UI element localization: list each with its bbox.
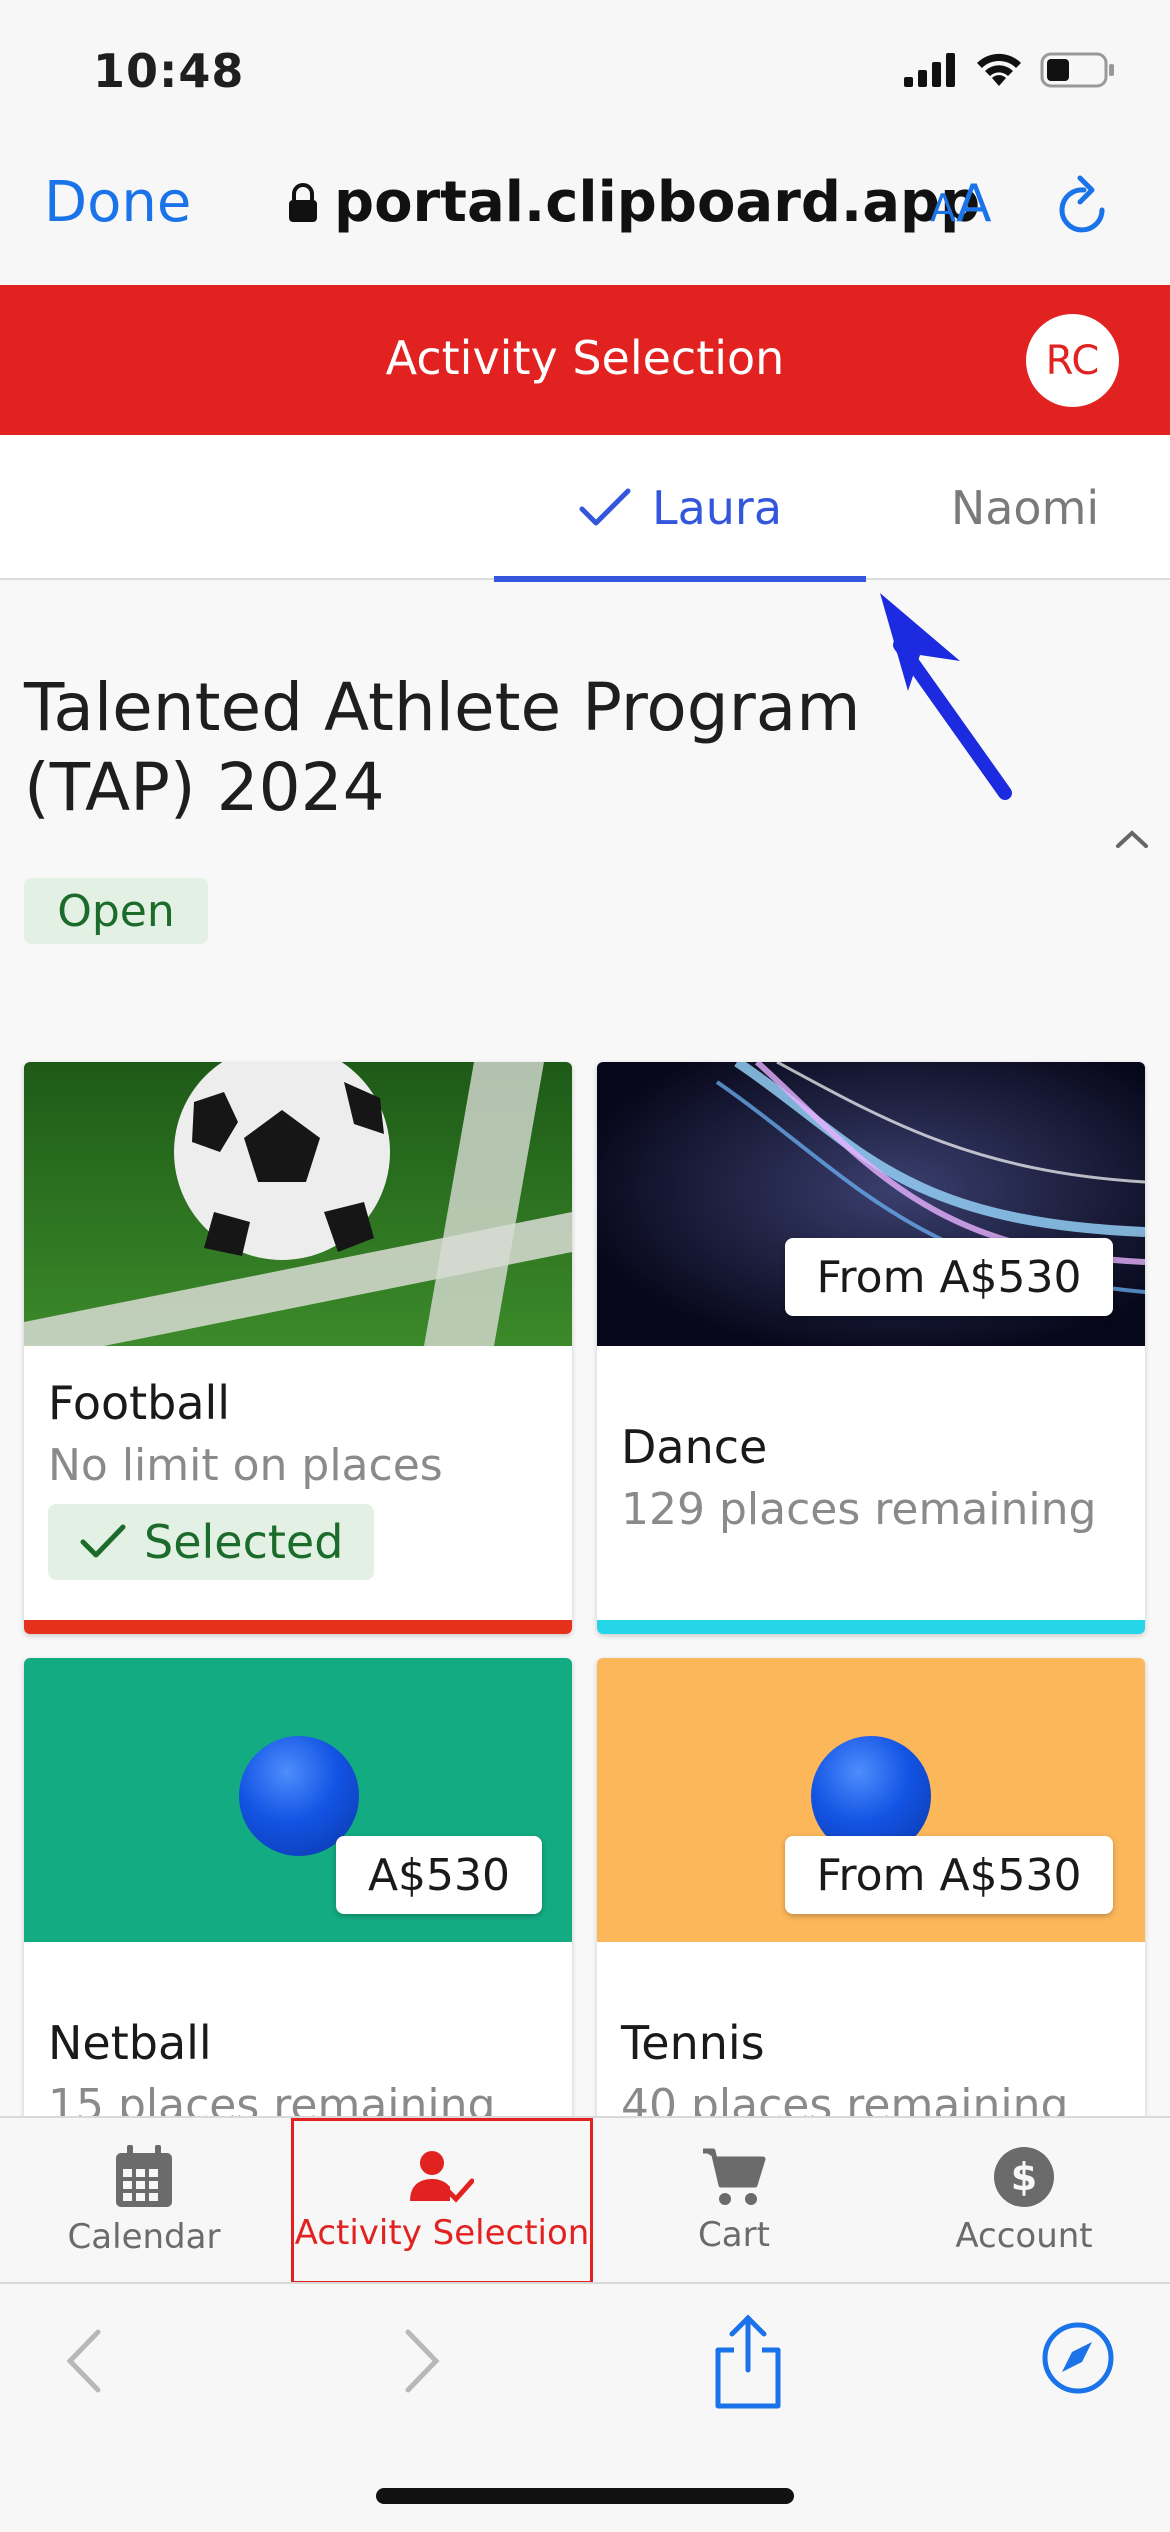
url-display[interactable]: portal.clipboard.app bbox=[288, 170, 980, 235]
url-text: portal.clipboard.app bbox=[334, 170, 981, 235]
status-time: 10:48 bbox=[93, 44, 245, 98]
status-icons bbox=[904, 52, 1116, 88]
card-color-bar bbox=[24, 1620, 572, 1634]
child-tabs: Laura Naomi bbox=[0, 435, 1170, 582]
activity-card-dance[interactable]: From A$530 Dance 129 places remaining bbox=[597, 1062, 1145, 1634]
forward-icon[interactable] bbox=[400, 2326, 444, 2396]
nav-calendar[interactable]: Calendar bbox=[24, 2118, 264, 2284]
text-size-large-label: A bbox=[956, 174, 992, 234]
battery-icon bbox=[1040, 52, 1114, 88]
selected-label: Selected bbox=[144, 1515, 344, 1569]
activity-card-tennis[interactable]: From A$530 Tennis 40 places remaining bbox=[597, 1658, 1145, 2158]
svg-text:$: $ bbox=[1011, 2155, 1037, 2199]
text-size-button[interactable]: AA bbox=[930, 174, 992, 234]
person-check-icon bbox=[410, 2151, 474, 2203]
reload-icon[interactable] bbox=[1052, 172, 1116, 242]
activity-availability: 129 places remaining bbox=[621, 1484, 1097, 1535]
back-icon[interactable] bbox=[62, 2326, 106, 2396]
tab-laura[interactable]: Laura bbox=[494, 435, 866, 582]
browser-address-bar: Done portal.clipboard.app AA bbox=[0, 140, 1170, 285]
price-tag: From A$530 bbox=[785, 1836, 1113, 1914]
activity-availability: No limit on places bbox=[48, 1440, 443, 1491]
status-bar: 10:48 bbox=[0, 0, 1170, 140]
price-tag: A$530 bbox=[336, 1836, 542, 1914]
nav-activity-selection[interactable]: Activity Selection bbox=[291, 2118, 593, 2284]
share-icon[interactable] bbox=[712, 2314, 784, 2410]
cellular-signal-icon bbox=[904, 53, 955, 87]
price-tag: From A$530 bbox=[785, 1238, 1113, 1316]
activity-card-netball[interactable]: A$530 Netball 15 places remaining bbox=[24, 1658, 572, 2158]
avatar[interactable]: RC bbox=[1026, 314, 1119, 407]
activity-name: Dance bbox=[621, 1420, 768, 1474]
card-color-bar bbox=[597, 1620, 1145, 1634]
activity-name: Netball bbox=[48, 2016, 212, 2070]
tab-naomi[interactable]: Naomi bbox=[900, 435, 1150, 580]
nav-cart[interactable]: Cart bbox=[614, 2118, 854, 2284]
football-photo bbox=[24, 1062, 572, 1346]
nav-label: Activity Selection bbox=[294, 2213, 590, 2253]
active-tab-indicator bbox=[494, 576, 866, 582]
calendar-icon bbox=[116, 2145, 172, 2207]
netball-image: A$530 bbox=[24, 1658, 572, 1942]
activity-name: Football bbox=[48, 1376, 231, 1430]
dollar-icon: $ bbox=[994, 2147, 1054, 2207]
activity-name: Tennis bbox=[621, 2016, 765, 2070]
text-size-small-label: A bbox=[930, 186, 956, 230]
lock-icon bbox=[289, 182, 317, 222]
wifi-icon bbox=[977, 53, 1021, 86]
activity-card-football[interactable]: Football No limit on places Selected bbox=[24, 1062, 572, 1634]
app-header: Activity Selection RC bbox=[0, 285, 1170, 435]
nav-label: Calendar bbox=[67, 2217, 221, 2257]
nav-label: Account bbox=[955, 2216, 1093, 2256]
cart-icon bbox=[703, 2148, 766, 2205]
tab-label: Naomi bbox=[950, 480, 1100, 535]
compass-icon[interactable] bbox=[1040, 2320, 1116, 2396]
check-icon bbox=[80, 1524, 126, 1558]
tennis-image: From A$530 bbox=[597, 1658, 1145, 1942]
program-title: Talented Athlete Program (TAP) 2024 bbox=[24, 669, 861, 826]
selected-badge: Selected bbox=[48, 1504, 374, 1580]
chevron-up-icon[interactable] bbox=[1112, 826, 1152, 852]
bottom-nav: Calendar Activity Selection Cart $ Accou… bbox=[0, 2116, 1170, 2284]
check-icon bbox=[579, 488, 631, 525]
football-image bbox=[24, 1062, 572, 1346]
status-badge: Open bbox=[24, 878, 208, 944]
home-indicator bbox=[376, 2488, 794, 2504]
tab-blank bbox=[262, 467, 442, 543]
nav-account[interactable]: $ Account bbox=[904, 2118, 1144, 2284]
nav-label: Cart bbox=[698, 2215, 770, 2255]
page-title: Activity Selection bbox=[385, 331, 785, 385]
done-button[interactable]: Done bbox=[44, 170, 191, 235]
dance-image: From A$530 bbox=[597, 1062, 1145, 1346]
tab-label: Laura bbox=[651, 480, 783, 535]
